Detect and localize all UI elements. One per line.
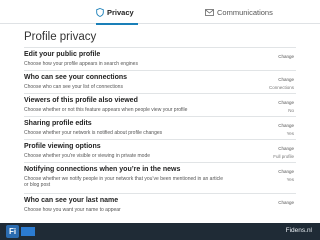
setting-current-value: Connections [268, 85, 294, 90]
logo-tag [21, 227, 35, 236]
tab-communications[interactable]: Communications [205, 0, 273, 24]
setting-row-profile-viewing-options[interactable]: Profile viewing options Choose whether y… [24, 139, 296, 162]
setting-description: Choose whether you're visible or viewing… [24, 153, 151, 159]
setting-description: Choose whether or not this feature appea… [24, 107, 188, 113]
logo: Fi [6, 225, 19, 238]
setting-current-value: Full profile [273, 154, 294, 159]
privacy-settings-list: Edit your public profile Choose how your… [24, 47, 296, 216]
setting-description: Choose who can see your list of connecti… [24, 84, 123, 90]
setting-description: Choose whether we notify people in your … [24, 176, 224, 188]
tab-privacy-label: Privacy [107, 7, 134, 17]
setting-title: Edit your public profile [24, 51, 101, 58]
change-link[interactable]: Change [278, 123, 294, 128]
shield-icon [96, 7, 104, 17]
envelope-icon [205, 8, 214, 16]
setting-current-value: Yes [286, 177, 294, 182]
change-link[interactable]: Change [278, 146, 294, 151]
tab-privacy[interactable]: Privacy [96, 0, 138, 25]
change-link[interactable]: Change [278, 54, 294, 59]
setting-row-viewers-also-viewed[interactable]: Viewers of this profile also viewed Choo… [24, 93, 296, 116]
setting-current-value: No [288, 108, 294, 113]
setting-title: Who can see your last name [24, 197, 119, 204]
settings-tab-bar: Privacy Communications [0, 0, 320, 25]
setting-title: Who can see your connections [24, 74, 128, 81]
change-link[interactable]: Change [278, 200, 294, 205]
setting-row-public-profile[interactable]: Edit your public profile Choose how your… [24, 47, 296, 70]
change-link[interactable]: Change [278, 169, 294, 174]
setting-current-value: Yes [286, 131, 294, 136]
tab-communications-label: Communications [217, 7, 273, 17]
setting-description: Choose how you want your name to appear [24, 207, 121, 213]
setting-title: Sharing profile edits [24, 120, 92, 127]
brand-name: Fidens.nl [285, 227, 312, 234]
setting-title: Viewers of this profile also viewed [24, 97, 138, 104]
setting-title: Notifying connections when you’re in the… [24, 166, 181, 173]
setting-description: Choose how your profile appears in searc… [24, 61, 138, 67]
setting-row-sharing-profile-edits[interactable]: Sharing profile edits Choose whether you… [24, 116, 296, 139]
change-link[interactable]: Change [278, 100, 294, 105]
setting-title: Profile viewing options [24, 143, 101, 150]
setting-row-last-name[interactable]: Who can see your last name Choose how yo… [24, 193, 296, 216]
page-title: Profile privacy [24, 31, 97, 43]
setting-row-connections-visibility[interactable]: Who can see your connections Choose who … [24, 70, 296, 93]
setting-description: Choose whether your network is notified … [24, 130, 163, 136]
setting-row-news-notifications[interactable]: Notifying connections when you’re in the… [24, 162, 296, 193]
change-link[interactable]: Change [278, 77, 294, 82]
footer-bar: Fi Fidens.nl [0, 223, 320, 240]
